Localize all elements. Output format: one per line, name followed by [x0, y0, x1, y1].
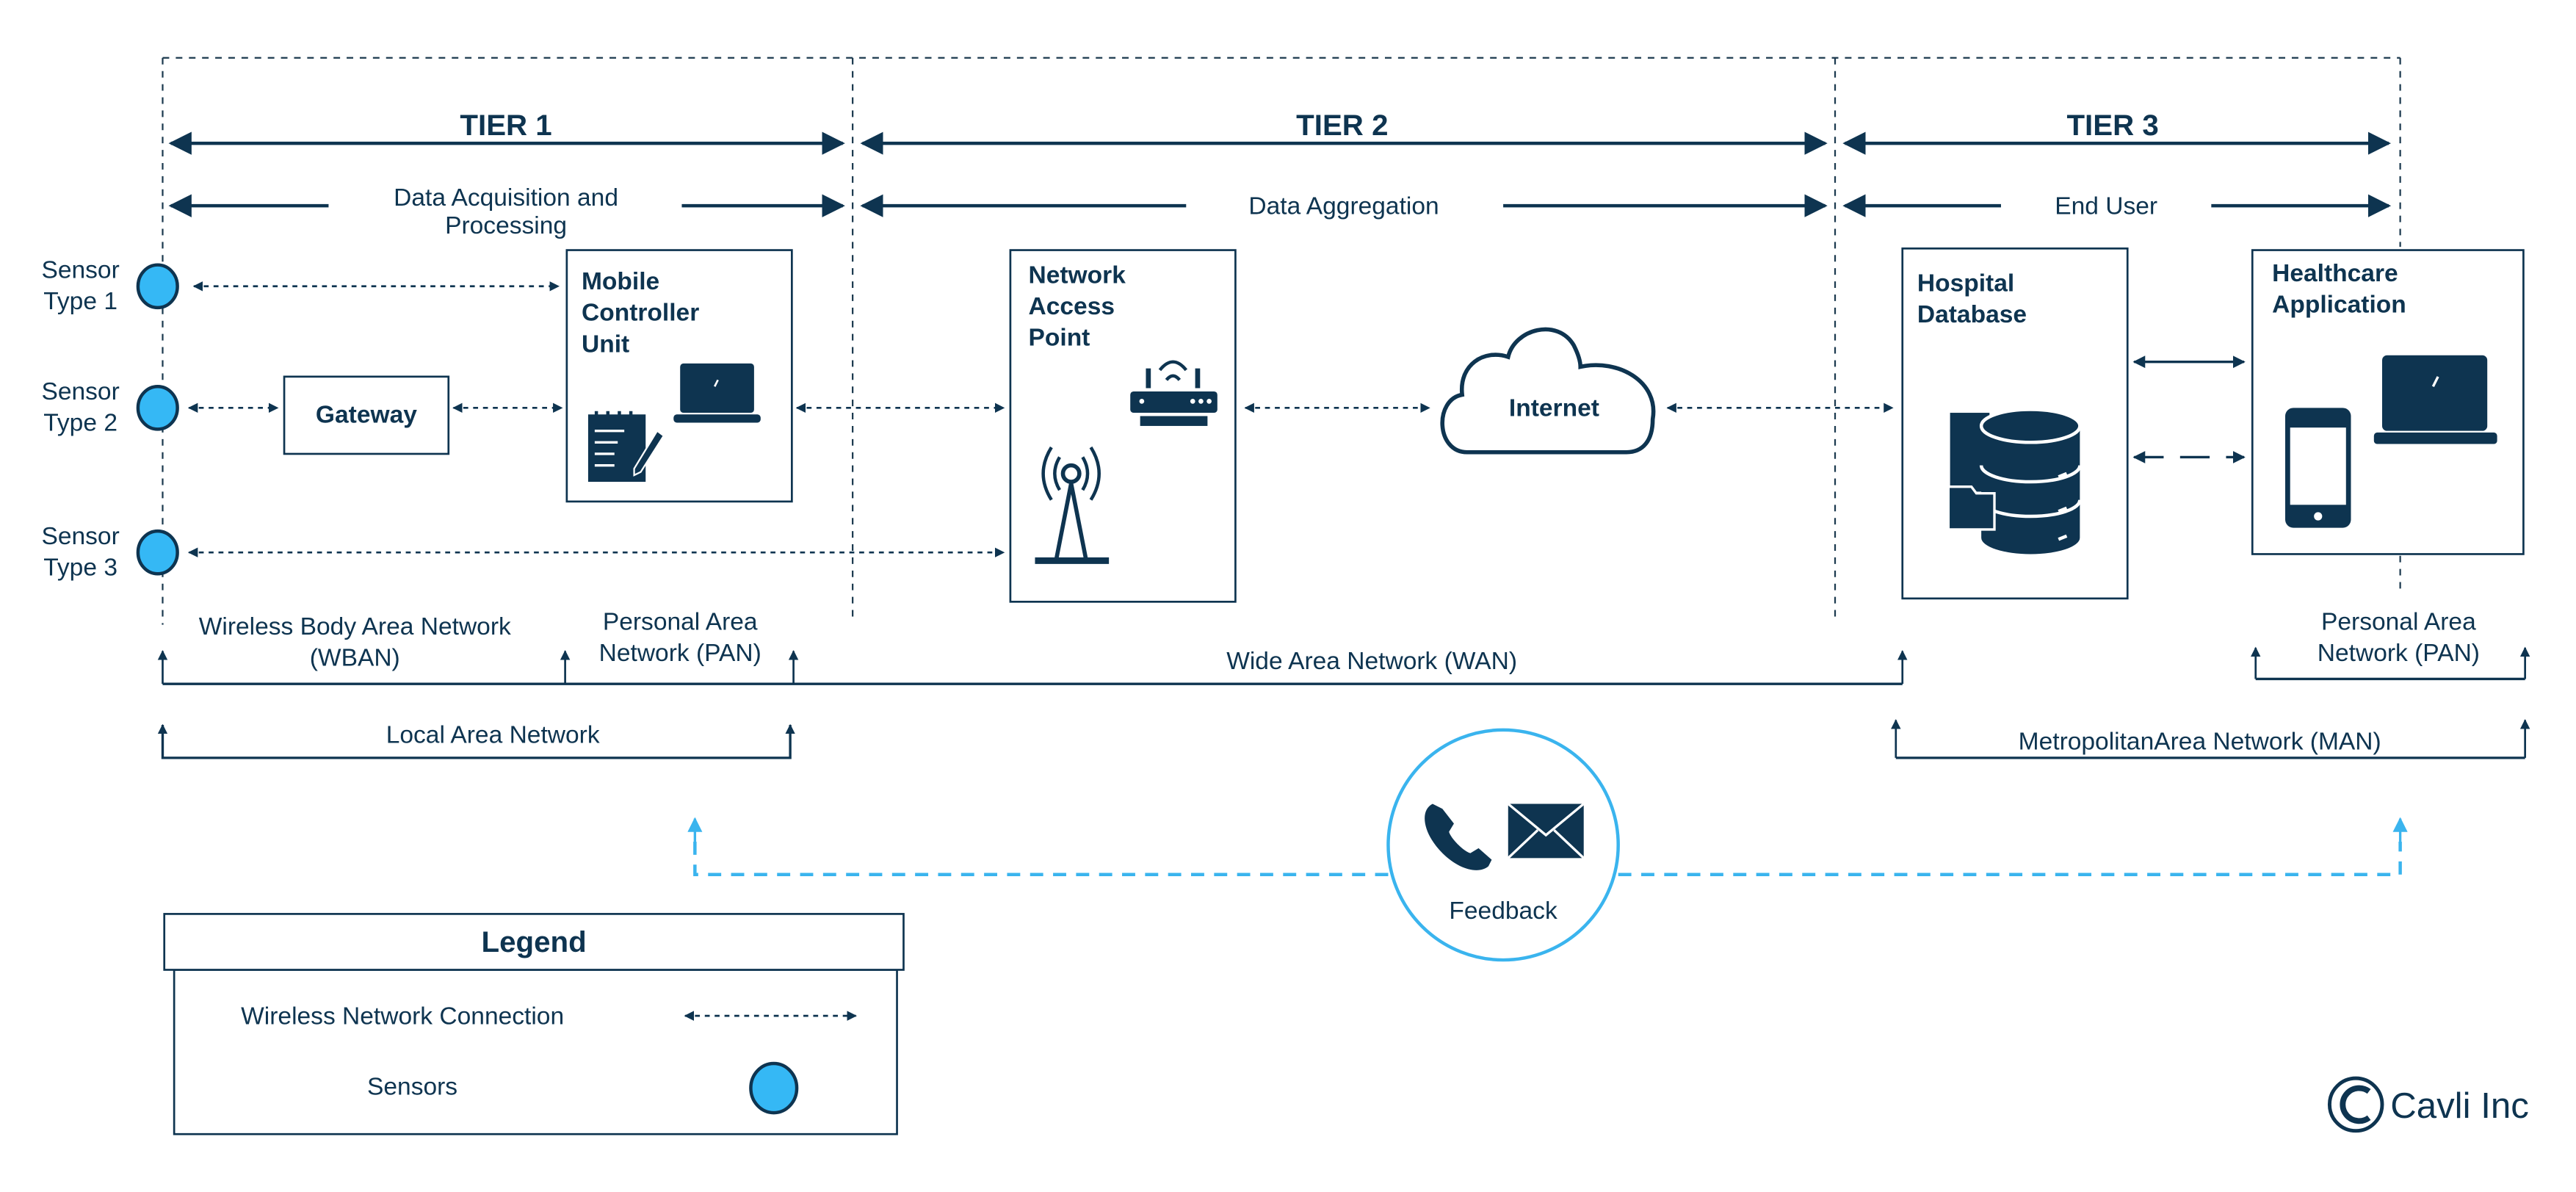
sensor-3-label-line2: Type 3 — [43, 555, 117, 582]
sensor-type-3[interactable]: Sensor Type 3 — [41, 523, 179, 582]
legend-sensor-icon — [749, 1061, 799, 1115]
healthcare-app-label-line2: Application — [2272, 292, 2406, 319]
brand-mark: Cavli Inc — [2327, 1076, 2529, 1133]
legend-title: Legend — [482, 925, 587, 958]
pan-right-label-line1: Personal Area — [2321, 608, 2476, 635]
feedback-node[interactable]: Feedback — [1386, 728, 1620, 962]
cloud-icon — [1440, 327, 1656, 455]
lan-label: Local Area Network — [386, 722, 600, 749]
sensor-circle-icon[interactable] — [136, 385, 179, 431]
hospital-db-label-line2: Database — [1917, 301, 2027, 328]
sensor-2-label-line2: Type 2 — [43, 410, 117, 437]
hospital-db-label-line1: Hospital — [1917, 270, 2014, 297]
pan-left-label-line2: Network (PAN) — [599, 640, 761, 667]
smartphone-icon — [2285, 408, 2351, 528]
nap-label-line3: Point — [1029, 324, 1090, 351]
pan-right-label-line2: Network (PAN) — [2318, 640, 2480, 667]
nap-label-line2: Access — [1029, 293, 1115, 320]
sensor-3-label-line1: Sensor — [41, 523, 119, 550]
network-spans: Wireless Body Area Network (WBAN) Person… — [157, 608, 2530, 759]
mobile-controller-label-line2: Controller — [582, 300, 699, 327]
brand-name: Cavli Inc — [2390, 1086, 2529, 1126]
tier-1-header: TIER 1 Data Acquisition and Processing — [168, 109, 845, 239]
envelope-icon — [1507, 803, 1585, 859]
sensor-1-label-line1: Sensor — [41, 257, 119, 284]
tier-1-label: TIER 1 — [460, 109, 551, 142]
feedback-label: Feedback — [1449, 897, 1557, 925]
legend: Legend Wireless Network Connection Senso… — [163, 913, 905, 1135]
hospital-database-node[interactable]: Hospital Database — [1901, 247, 2129, 600]
tier-2-header: TIER 2 Data Aggregation — [860, 109, 1828, 220]
laptop-icon — [2373, 355, 2497, 444]
legend-item-wireless-label: Wireless Network Connection — [241, 1003, 564, 1030]
sensor-type-1[interactable]: Sensor Type 1 — [41, 257, 179, 316]
gateway-label: Gateway — [316, 401, 417, 428]
tier-2-label: TIER 2 — [1296, 109, 1388, 142]
sensor-circle-icon[interactable] — [136, 529, 179, 576]
tier-2-sublabel: Data Aggregation — [1248, 192, 1439, 220]
internet-label: Internet — [1509, 395, 1599, 422]
wban-label-line1: Wireless Body Area Network — [199, 613, 511, 640]
pan-left-label-line1: Personal Area — [603, 608, 758, 635]
tier-1-sublabel-line1: Data Acquisition and — [394, 184, 618, 212]
mobile-controller-unit-node[interactable]: Mobile Controller Unit — [565, 249, 793, 503]
wban-label-line2: (WBAN) — [310, 645, 400, 672]
nap-label-line1: Network — [1029, 261, 1126, 289]
sensor-circle-icon[interactable] — [136, 263, 179, 310]
healthcare-iot-architecture-diagram: TIER 1 Data Acquisition and Processing T… — [41, 57, 2530, 1135]
wan-label: Wide Area Network (WAN) — [1226, 648, 1517, 675]
internet-node[interactable]: Internet — [1440, 327, 1656, 455]
tier-3-header: TIER 3 End User — [1842, 109, 2392, 220]
man-label: MetropolitanArea Network (MAN) — [2019, 729, 2381, 756]
tier-3-sublabel: End User — [2055, 192, 2157, 220]
tier-1-sublabel-line2: Processing — [445, 212, 567, 239]
healthcare-application-node[interactable]: Healthcare Application — [2251, 249, 2525, 555]
tier-3-label: TIER 3 — [2066, 109, 2158, 142]
network-access-point-node[interactable]: Network Access Point — [1009, 249, 1237, 603]
healthcare-app-label-line1: Healthcare — [2272, 260, 2398, 287]
legend-item-sensors-label: Sensors — [367, 1074, 457, 1101]
sensor-type-2[interactable]: Sensor Type 2 — [41, 378, 179, 437]
gateway-node[interactable]: Gateway — [283, 375, 450, 455]
mobile-controller-label-line3: Unit — [582, 330, 629, 358]
sensor-1-label-line2: Type 1 — [43, 288, 117, 315]
sensor-2-label-line1: Sensor — [41, 378, 119, 405]
mobile-controller-label-line1: Mobile — [582, 268, 659, 295]
